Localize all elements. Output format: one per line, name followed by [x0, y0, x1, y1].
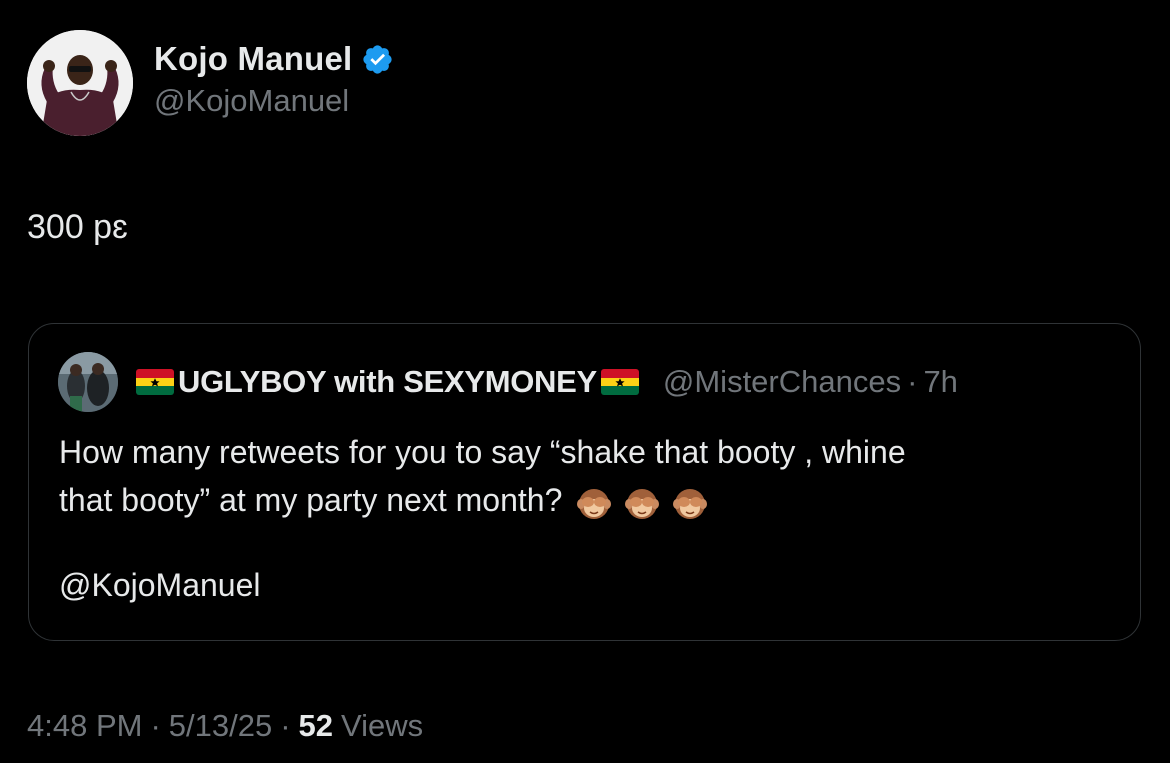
tweet-time[interactable]: 4:48 PM: [27, 708, 142, 744]
ghana-flag-icon: [600, 369, 639, 395]
meta-separator: ·: [150, 708, 161, 743]
ghana-flag-icon: [136, 369, 174, 395]
emoji-group: [575, 484, 709, 522]
quoted-tweet-line-1: How many retweets for you to say “shake …: [59, 434, 906, 470]
quoted-tweet-card[interactable]: UGLYBOY with SEXYMONEY @MisterChances · …: [28, 323, 1141, 641]
see-no-evil-monkey-icon: [623, 484, 661, 522]
see-no-evil-monkey-icon: [575, 484, 613, 522]
quoted-tweet-body: How many retweets for you to say “shake …: [59, 428, 1109, 524]
tweet-text: 300 pɛ: [27, 208, 128, 246]
see-no-evil-monkey-icon: [671, 484, 709, 522]
quoted-tweet-line-2-wrap: that booty” at my party next month?: [59, 476, 1109, 524]
quoted-tweet-header: UGLYBOY with SEXYMONEY @MisterChances · …: [58, 352, 958, 412]
tweet-date[interactable]: 5/13/25: [169, 708, 272, 744]
tweet-author: Kojo Manuel @KojoManuel: [27, 30, 394, 136]
quoted-tweet-time[interactable]: 7h: [923, 364, 957, 400]
views-label[interactable]: Views: [341, 708, 423, 744]
views-count[interactable]: 52: [299, 708, 333, 744]
quoted-author-handle[interactable]: @MisterChances: [663, 364, 901, 400]
quoted-tweet-line-2: that booty” at my party next month?: [59, 482, 563, 518]
meta-separator: ·: [280, 708, 291, 743]
header-separator: ·: [907, 364, 918, 399]
tweet-meta: 4:48 PM · 5/13/25 · 52 Views: [27, 708, 423, 744]
author-names: Kojo Manuel @KojoManuel: [154, 37, 394, 119]
author-avatar[interactable]: [27, 30, 133, 136]
quoted-author-display-name[interactable]: UGLYBOY with SEXYMONEY: [178, 364, 597, 400]
quoted-author-avatar[interactable]: [58, 352, 118, 412]
quoted-author-name-wrap: UGLYBOY with SEXYMONEY: [132, 364, 643, 400]
verified-badge-icon[interactable]: [361, 43, 394, 76]
author-handle[interactable]: @KojoManuel: [154, 83, 394, 119]
author-display-name[interactable]: Kojo Manuel: [154, 40, 352, 78]
quoted-tweet-mention[interactable]: @KojoManuel: [59, 567, 260, 604]
author-name-line: Kojo Manuel: [154, 37, 394, 81]
